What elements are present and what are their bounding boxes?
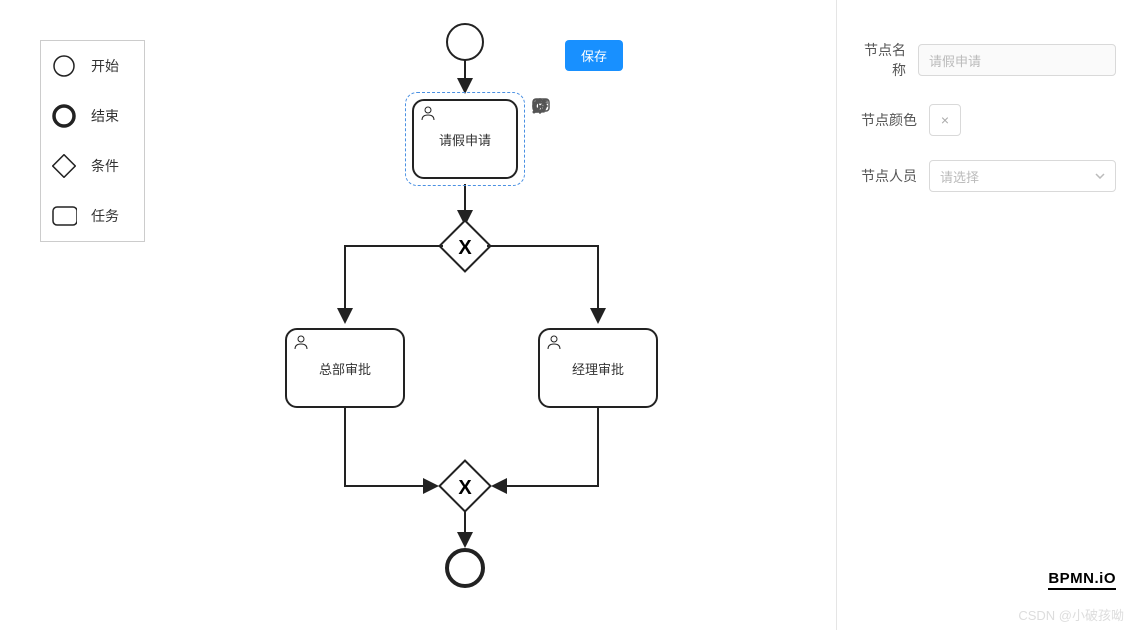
watermark: CSDN @小破孩呦 — [1018, 605, 1124, 624]
wrench-icon[interactable] — [532, 146, 550, 164]
palette-start[interactable]: 开始 — [41, 41, 144, 91]
connect-icon[interactable] — [532, 170, 550, 188]
end-event-icon[interactable] — [532, 122, 550, 140]
palette: 开始 结束 条件 任务 — [40, 40, 145, 242]
node-color-label: 节点颜色 — [857, 110, 917, 130]
gateway-icon[interactable] — [556, 98, 574, 116]
user-task-icon — [420, 105, 436, 121]
user-task-icon — [546, 334, 562, 350]
annotation-icon[interactable] — [556, 122, 574, 140]
bpmn-io-logo: BPMN.iO — [1048, 570, 1116, 590]
close-icon: × — [941, 112, 949, 128]
properties-panel: 节点名称 节点颜色 × 节点人员 请选择 — [836, 0, 1136, 630]
user-task-icon — [293, 334, 309, 350]
svg-text:X: X — [458, 237, 472, 259]
task-label: 总部审批 — [319, 359, 371, 378]
task-label: 经理审批 — [572, 359, 624, 378]
trash-icon[interactable] — [556, 146, 574, 164]
color-clear-button[interactable]: × — [929, 104, 961, 136]
task-icon[interactable] — [580, 98, 598, 116]
start-event-icon — [51, 53, 77, 79]
node-person-label: 节点人员 — [857, 166, 917, 186]
task-manager-approval[interactable]: 经理审批 — [538, 328, 658, 408]
task-icon — [51, 203, 77, 229]
end-event-icon — [51, 103, 77, 129]
node-name-label: 节点名称 — [857, 40, 906, 80]
chevron-down-icon — [1095, 173, 1105, 179]
palette-label: 任务 — [91, 206, 119, 226]
node-name-input[interactable] — [918, 44, 1116, 76]
select-placeholder: 请选择 — [940, 167, 979, 186]
task-label: 请假申请 — [439, 130, 491, 149]
gateway-icon — [51, 153, 77, 179]
palette-gateway[interactable]: 条件 — [41, 141, 144, 191]
canvas[interactable]: X X 请假申请 总部审批 经理审批 — [150, 0, 826, 630]
palette-end[interactable]: 结束 — [41, 91, 144, 141]
palette-label: 开始 — [91, 56, 119, 76]
subprocess-icon[interactable] — [580, 122, 598, 140]
palette-label: 条件 — [91, 156, 119, 176]
task-hq-approval[interactable]: 总部审批 — [285, 328, 405, 408]
palette-label: 结束 — [91, 106, 119, 126]
context-pad — [532, 98, 602, 194]
task-leave-request[interactable]: 请假申请 — [412, 99, 518, 179]
node-person-select[interactable]: 请选择 — [929, 160, 1116, 192]
palette-task[interactable]: 任务 — [41, 191, 144, 241]
svg-text:X: X — [458, 477, 472, 499]
